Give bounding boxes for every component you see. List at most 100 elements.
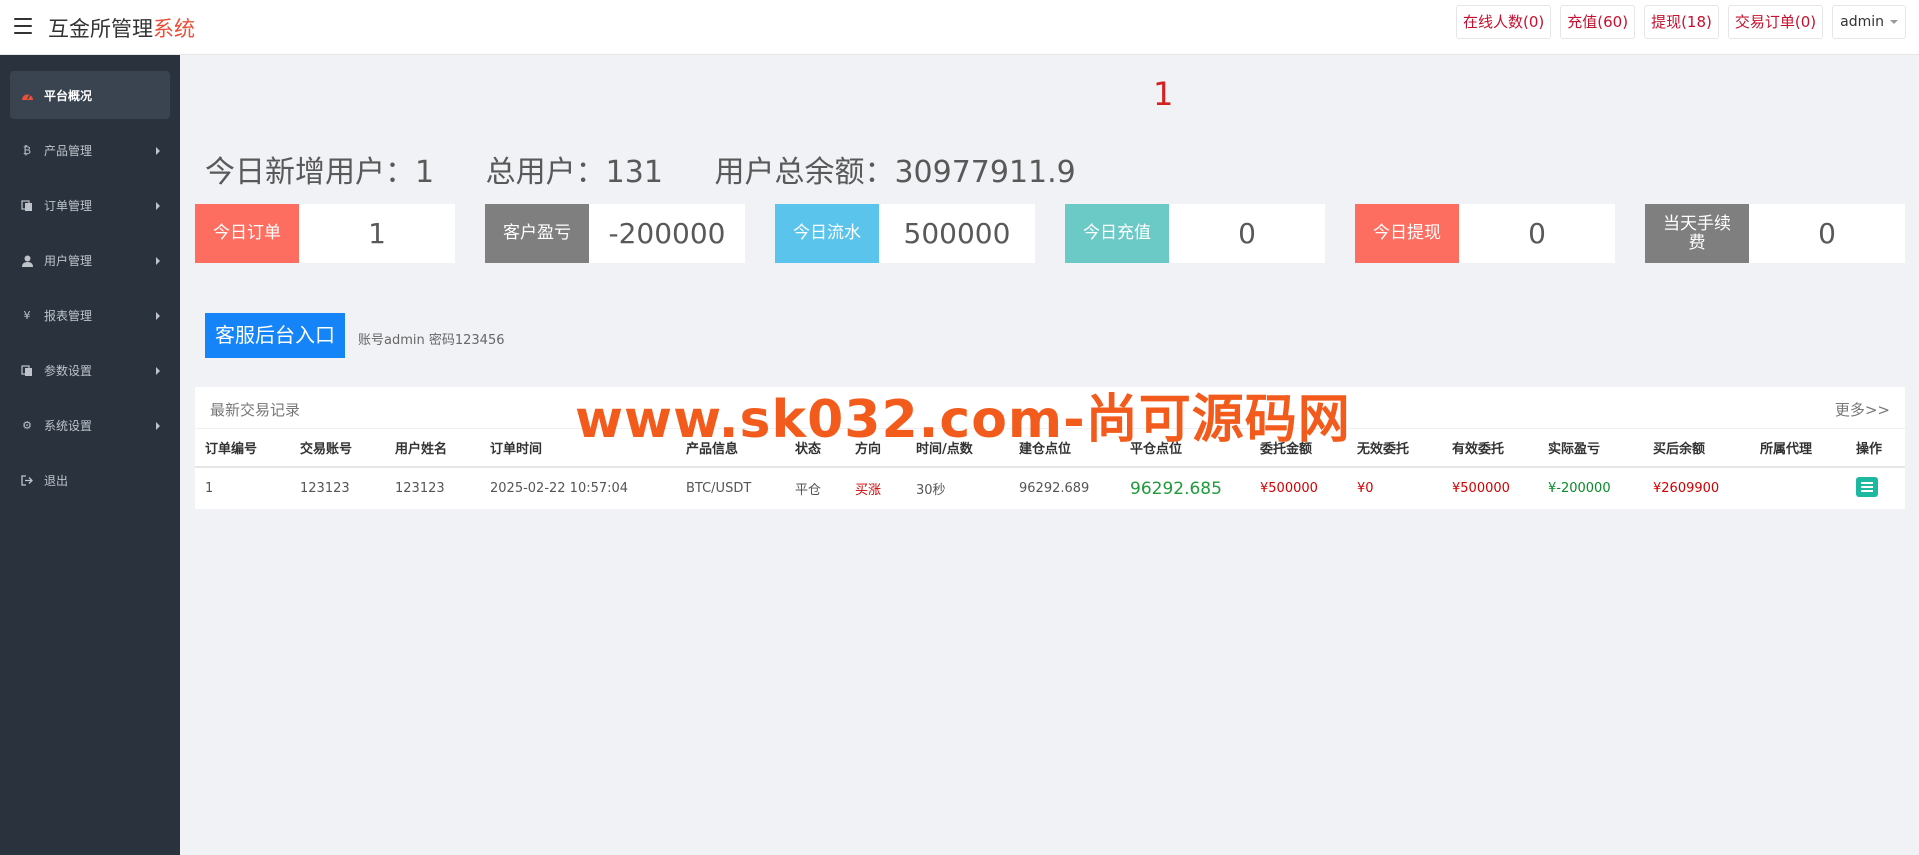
alert-number: 1: [1153, 75, 1174, 113]
sidebar-item-products[interactable]: ₿ 产品管理: [0, 123, 180, 178]
stat-card-value: 500000: [903, 217, 1011, 250]
column-header: 实际盈亏: [1538, 429, 1643, 468]
open-price-cell: 96292.689: [1019, 481, 1090, 496]
total-balance-stat: 用户总余额：30977911.9: [714, 155, 1076, 190]
stat-card-value: 0: [1528, 217, 1546, 250]
stat-card-label: 今日提现: [1355, 204, 1459, 263]
app-title-accent: 系统: [153, 17, 195, 41]
caret-right-icon: [156, 311, 160, 320]
total-users-stat: 总用户：131: [485, 155, 663, 190]
app-title: 互金所管理系统: [48, 13, 195, 43]
chevron-down-icon: [1890, 20, 1898, 24]
stat-card-label: 今日订单: [195, 204, 299, 263]
yen-icon: ¥: [23, 309, 31, 322]
sidebar-item-label: 系统设置: [44, 419, 93, 433]
dashboard-icon: [20, 88, 34, 102]
top-actions: 在线人数(0) 充值(60) 提现(18) 交易订单(0) admin: [1456, 5, 1906, 39]
column-header: 买后余额: [1643, 429, 1750, 468]
direction-cell: 买涨: [855, 483, 882, 498]
stat-card-value: 0: [1818, 217, 1836, 250]
username-cell: 123123: [395, 481, 445, 496]
column-header: 用户姓名: [385, 429, 480, 468]
agent-cell: [1750, 467, 1846, 509]
pnl-cell: ¥-200000: [1548, 481, 1611, 496]
username: admin: [1840, 14, 1884, 30]
copy-icon: [20, 199, 34, 213]
customer-service-entry-button[interactable]: 客服后台入口: [205, 313, 345, 358]
sidebar-item-params[interactable]: 参数设置: [0, 343, 180, 398]
caret-right-icon: [156, 366, 160, 375]
watermark-text: www.sk032.com-尚可源码网: [575, 390, 1351, 450]
bitcoin-icon: ₿: [22, 144, 32, 157]
stat-card-today-recharge: 今日充值 0: [1065, 204, 1325, 263]
stat-cards: 今日订单 1 客户盈亏 -200000 今日流水 500000 今日充值 0 今…: [195, 204, 1905, 263]
caret-right-icon: [156, 421, 160, 430]
app-title-main: 互金所管理: [48, 17, 153, 41]
column-header: 操作: [1846, 429, 1905, 468]
sidebar-item-overview[interactable]: 平台概况: [10, 71, 170, 119]
order-time-cell: 2025-02-22 10:57:04: [490, 481, 629, 496]
recent-trades-panel: 最新交易记录 www.sk032.com-尚可源码网 更多>> 订单编号 交易账…: [195, 387, 1905, 509]
online-users-button[interactable]: 在线人数(0): [1456, 5, 1552, 39]
new-users-stat: 今日新增用户：1: [205, 155, 435, 190]
stat-card-today-turnover: 今日流水 500000: [775, 204, 1035, 263]
stat-card-label: 今日流水: [775, 204, 879, 263]
recharge-button[interactable]: 充值(60): [1560, 5, 1636, 39]
action-cell: [1846, 467, 1905, 509]
panel-header: 最新交易记录 www.sk032.com-尚可源码网 更多>>: [195, 387, 1905, 450]
stat-card-client-pnl: 客户盈亏 -200000: [485, 204, 745, 263]
column-header: 交易账号: [290, 429, 385, 468]
stat-card-value: -200000: [608, 217, 726, 250]
panel-title: 最新交易记录: [210, 401, 301, 419]
caret-right-icon: [156, 146, 160, 155]
order-amount-cell: ¥500000: [1260, 481, 1318, 496]
menu-toggle-icon[interactable]: [14, 18, 32, 34]
status-cell: 平仓: [795, 483, 822, 498]
duration-cell: 30秒: [916, 483, 946, 498]
sidebar-item-system[interactable]: ⚙ 系统设置: [0, 398, 180, 453]
sidebar-item-label: 产品管理: [44, 144, 93, 158]
withdraw-button[interactable]: 提现(18): [1644, 5, 1719, 39]
sidebar-item-reports[interactable]: ¥ 报表管理: [0, 288, 180, 343]
sidebar-item-users[interactable]: 用户管理: [0, 233, 180, 288]
more-link[interactable]: 更多>>: [1835, 399, 1890, 420]
sidebar-item-orders[interactable]: 订单管理: [0, 178, 180, 233]
sidebar-item-label: 参数设置: [44, 364, 93, 378]
user-icon: [20, 254, 34, 268]
user-menu[interactable]: admin: [1832, 5, 1906, 39]
product-cell: BTC/USDT: [686, 481, 752, 496]
customer-service-credentials: 账号admin 密码123456: [358, 333, 505, 348]
sidebar-item-label: 报表管理: [44, 309, 93, 323]
stat-card-today-orders: 今日订单 1: [195, 204, 455, 263]
valid-amount-cell: ¥500000: [1452, 481, 1510, 496]
sidebar-item-label: 订单管理: [44, 199, 93, 213]
stat-card-today-withdraw: 今日提现 0: [1355, 204, 1615, 263]
sidebar-item-label: 平台概况: [44, 88, 93, 103]
sidebar-item-logout[interactable]: 退出: [0, 453, 180, 508]
sidebar-item-label: 退出: [44, 474, 69, 488]
caret-right-icon: [156, 201, 160, 210]
stat-card-today-fee: 当天手续费 0: [1645, 204, 1905, 263]
caret-right-icon: [156, 256, 160, 265]
sidebar-item-label: 用户管理: [44, 254, 93, 268]
stat-card-label: 客户盈亏: [485, 204, 589, 263]
column-header: 无效委托: [1347, 429, 1442, 468]
order-id-cell: 1: [205, 481, 214, 496]
stat-card-label: 当天手续费: [1645, 204, 1749, 263]
column-header: 有效委托: [1442, 429, 1538, 468]
top-bar: 互金所管理系统 在线人数(0) 充值(60) 提现(18) 交易订单(0) ad…: [0, 0, 1919, 55]
gears-icon: ⚙: [22, 419, 32, 432]
table-row: 1 123123 123123 2025-02-22 10:57:04 BTC/…: [195, 467, 1905, 509]
close-price-cell: 96292.685: [1130, 478, 1222, 499]
stat-card-value: 1: [368, 217, 386, 250]
details-icon[interactable]: [1856, 476, 1878, 497]
copy-icon: [20, 364, 34, 378]
account-cell: 123123: [300, 481, 350, 496]
summary-stats: 今日新增用户：1 总用户：131 用户总余额：30977911.9: [205, 147, 1118, 191]
invalid-amount-cell: ¥0: [1357, 481, 1374, 496]
logout-icon: [20, 474, 34, 488]
column-header: 订单编号: [195, 429, 290, 468]
column-header: 所属代理: [1750, 429, 1846, 468]
trade-orders-button[interactable]: 交易订单(0): [1727, 5, 1824, 39]
stat-card-label: 今日充值: [1065, 204, 1169, 263]
